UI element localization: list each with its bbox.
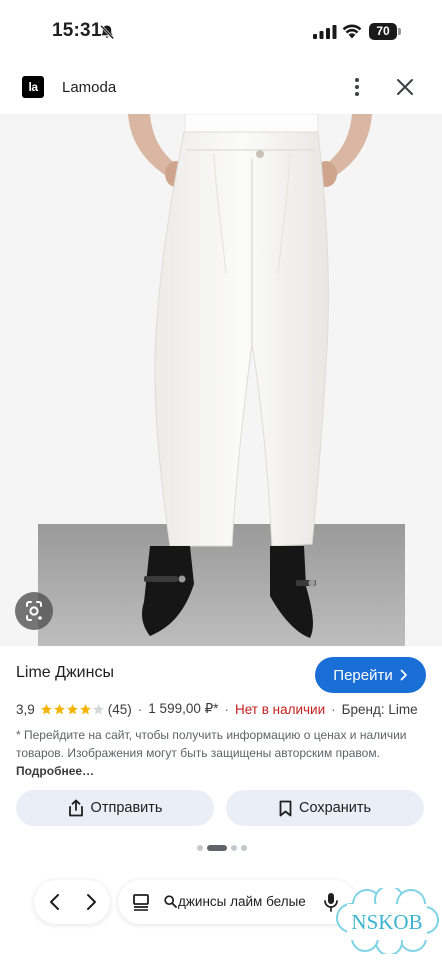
star-icon [40, 703, 52, 714]
search-bar[interactable]: джинсы лайм белые [118, 880, 356, 924]
product-title: Lime Джинсы [16, 664, 114, 681]
star-icon [53, 703, 65, 714]
save-button[interactable]: Сохранить [226, 790, 424, 826]
site-logo: la [22, 76, 44, 98]
back-icon[interactable] [44, 891, 66, 913]
search-icon [164, 895, 177, 908]
disclaimer: * Перейдите на сайт, чтобы получить инфо… [16, 726, 426, 780]
stock-status: Нет в наличии [234, 701, 326, 717]
product-image[interactable] [0, 114, 442, 646]
save-label: Сохранить [298, 800, 372, 816]
star-icon [79, 703, 91, 714]
pager-dot[interactable] [241, 845, 247, 851]
carousel-pager [197, 845, 247, 851]
rating-value: 3,9 [16, 701, 35, 717]
jeans-photo [0, 114, 442, 646]
tabs-icon[interactable] [132, 893, 150, 911]
share-button[interactable]: Отправить [16, 790, 214, 826]
more-link[interactable]: Подробнее… [16, 764, 94, 778]
battery-icon: 70 [369, 23, 401, 40]
star-icon [92, 703, 104, 714]
product-price: 1 599,00 ₽* [148, 701, 219, 716]
product-meta: 3,9 (45) · 1 599,00 ₽* · Нет в наличии ·… [16, 701, 418, 717]
navigation-pill [34, 880, 110, 924]
pager-dot[interactable] [197, 845, 203, 851]
rating-stars [40, 703, 105, 716]
forward-icon[interactable] [80, 891, 102, 913]
star-icon [66, 703, 78, 714]
close-icon[interactable] [394, 76, 416, 98]
search-query[interactable]: джинсы лайм белые [178, 894, 306, 909]
share-icon [68, 799, 83, 817]
lens-icon [26, 601, 42, 621]
share-label: Отправить [90, 800, 163, 816]
wifi-icon [342, 24, 362, 39]
battery-level: 70 [369, 23, 397, 40]
bookmark-icon [279, 800, 292, 816]
signal-icon [313, 25, 337, 39]
bell-off-icon [100, 24, 115, 40]
lens-search-button[interactable] [15, 592, 53, 630]
chevron-right-icon [400, 669, 407, 681]
more-vert-icon[interactable] [347, 75, 367, 99]
pager-dot[interactable] [231, 845, 237, 851]
product-brand: Бренд: Lime [341, 701, 418, 717]
disclaimer-text: * Перейдите на сайт, чтобы получить инфо… [16, 728, 407, 760]
watermark-badge: NSKOB [336, 888, 439, 954]
review-count[interactable]: (45) [108, 702, 132, 717]
site-name: Lamoda [62, 79, 117, 96]
site-header: la Lamoda [0, 62, 442, 114]
pager-dot-active[interactable] [207, 845, 227, 851]
visit-site-button[interactable]: Перейти [315, 657, 426, 693]
status-time: 15:31 [52, 20, 102, 41]
status-bar: 15:31 70 [0, 0, 442, 62]
visit-site-label: Перейти [333, 666, 393, 684]
watermark-text: NSKOB [351, 910, 422, 934]
